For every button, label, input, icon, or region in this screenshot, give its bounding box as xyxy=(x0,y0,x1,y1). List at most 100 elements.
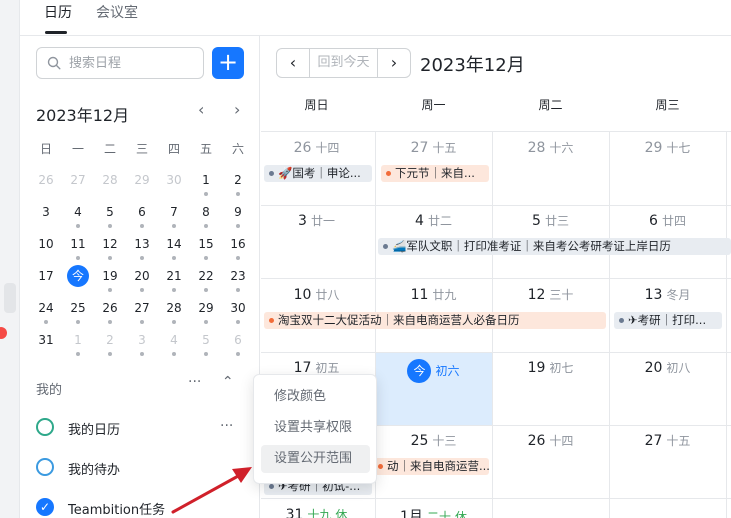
day-cell-number[interactable]: 26 十四 xyxy=(492,432,609,449)
weekday-header: 周日 xyxy=(304,98,329,112)
mini-calendar-grid: 26 27 28 29 30 1 2 3 4 5 6 7 8 9 10 11 12 13 14 15 16 17 今 19 20… xyxy=(30,164,254,356)
day-cell-number[interactable]: 19 初七 xyxy=(492,359,609,376)
mini-day[interactable]: 31 xyxy=(30,324,62,356)
mini-day[interactable]: 5 xyxy=(190,324,222,356)
mini-day[interactable]: 20 xyxy=(126,260,158,292)
mini-day[interactable]: 26 xyxy=(30,164,62,196)
mini-day[interactable]: 30 xyxy=(222,292,254,324)
mini-day[interactable]: 9 xyxy=(222,196,254,228)
menu-item-change-color[interactable]: 修改颜色 xyxy=(261,383,370,411)
mini-day[interactable]: 7 xyxy=(158,196,190,228)
mini-day[interactable]: 6 xyxy=(126,196,158,228)
tab-calendar[interactable]: 日历 xyxy=(44,2,72,22)
event-chip[interactable]: 下元节｜来自... xyxy=(381,165,489,182)
mini-day[interactable]: 16 xyxy=(222,228,254,260)
mini-day[interactable]: 28 xyxy=(94,164,126,196)
mini-day[interactable]: 19 xyxy=(94,260,126,292)
mini-day[interactable]: 1 xyxy=(62,324,94,356)
mini-day[interactable]: 27 xyxy=(62,164,94,196)
mini-day[interactable]: 11 xyxy=(62,228,94,260)
search-box[interactable] xyxy=(36,47,204,79)
mini-day[interactable]: 12 xyxy=(94,228,126,260)
calendar-item-more-icon[interactable]: ··· xyxy=(220,418,233,434)
event-dot xyxy=(108,352,112,356)
mini-day[interactable]: 4 xyxy=(158,324,190,356)
mini-day[interactable]: 27 xyxy=(126,292,158,324)
day-cell-number[interactable]: 4 廿二 xyxy=(375,212,492,229)
mini-day[interactable]: 29 xyxy=(126,164,158,196)
mini-day[interactable]: 8 xyxy=(190,196,222,228)
mini-day[interactable]: 22 xyxy=(190,260,222,292)
mini-day[interactable]: 21 xyxy=(158,260,190,292)
day-cell-number[interactable]: 11 廿九 xyxy=(375,286,492,303)
mini-day[interactable]: 26 xyxy=(94,292,126,324)
event-chip[interactable]: 淘宝双十二大促活动｜来自电商运营人必备日历 xyxy=(264,312,606,329)
my-section-actions: ··· ⌃ xyxy=(188,374,234,390)
mini-day[interactable]: 23 xyxy=(222,260,254,292)
collapse-icon[interactable]: ⌃ xyxy=(222,374,234,390)
day-cell-number[interactable]: 12 三十 xyxy=(492,286,609,303)
event-chip[interactable]: 🚄军队文职｜打印准考证｜来自考公考研考证上岸日历 xyxy=(378,238,731,255)
day-cell-number[interactable]: 3 廿一 xyxy=(258,212,375,229)
mini-day[interactable]: 1 xyxy=(190,164,222,196)
search-input[interactable] xyxy=(69,53,199,73)
mini-day[interactable]: 6 xyxy=(222,324,254,356)
event-chip[interactable]: 🚀国考｜申论... xyxy=(264,165,372,182)
event-chip[interactable]: 动｜来自电商运营... xyxy=(373,458,489,475)
grid-line xyxy=(261,278,731,279)
mini-day[interactable]: 25 xyxy=(62,292,94,324)
mini-day[interactable]: 4 xyxy=(62,196,94,228)
grid-line xyxy=(261,205,731,206)
calendar-color-circle[interactable] xyxy=(36,458,54,476)
mini-day[interactable]: 5 xyxy=(94,196,126,228)
menu-item-sharing-permissions[interactable]: 设置共享权限 xyxy=(261,414,370,442)
add-event-button[interactable]: + xyxy=(212,47,244,79)
day-cell-number[interactable]: 26 十四 xyxy=(258,139,375,156)
mini-weekday-label: 六 xyxy=(231,142,244,156)
mini-day[interactable]: 30 xyxy=(158,164,190,196)
prev-month-button[interactable]: ‹ xyxy=(277,49,309,77)
day-cell-number[interactable]: 28 十六 xyxy=(492,139,609,156)
mini-prev-month-button[interactable]: ‹ xyxy=(198,100,204,119)
tab-meeting-room[interactable]: 会议室 xyxy=(96,2,138,22)
mini-day[interactable]: 2 xyxy=(94,324,126,356)
grid-line xyxy=(261,498,731,499)
check-icon[interactable]: ✓ xyxy=(36,498,54,516)
mini-day[interactable]: 17 xyxy=(30,260,62,292)
mini-day[interactable]: 3 xyxy=(30,196,62,228)
day-cell-number[interactable]: 今初六 xyxy=(375,359,492,383)
day-cell-number[interactable]: 10 廿八 xyxy=(258,286,375,303)
left-rail xyxy=(0,0,20,518)
rail-active-item[interactable] xyxy=(4,283,16,313)
menu-item-public-scope[interactable]: 设置公开范围 xyxy=(261,445,370,473)
mini-day-today[interactable]: 今 xyxy=(62,260,94,292)
back-to-today-button[interactable]: 回到今天 xyxy=(309,49,378,77)
mini-day[interactable]: 15 xyxy=(190,228,222,260)
mini-day[interactable]: 29 xyxy=(190,292,222,324)
mini-day[interactable]: 2 xyxy=(222,164,254,196)
calendar-color-circle[interactable] xyxy=(36,418,54,436)
day-cell-number[interactable]: 29 十七 xyxy=(609,139,726,156)
mini-day[interactable]: 10 xyxy=(30,228,62,260)
mini-day[interactable]: 3 xyxy=(126,324,158,356)
mini-next-month-button[interactable]: › xyxy=(234,100,240,119)
event-chip[interactable]: ✈考研｜打印... xyxy=(614,312,722,329)
my-section-more-icon[interactable]: ··· xyxy=(188,374,201,390)
holiday-rest-badge: 休 xyxy=(335,508,348,518)
mini-day[interactable]: 28 xyxy=(158,292,190,324)
day-cell-number[interactable]: 31 十九休 xyxy=(258,506,375,518)
day-cell-number[interactable]: 6 廿四 xyxy=(609,212,726,229)
day-cell-number[interactable]: 1月 二十休 xyxy=(375,506,492,518)
mini-day[interactable]: 14 xyxy=(158,228,190,260)
mini-day[interactable]: 24 xyxy=(30,292,62,324)
mini-day[interactable]: 13 xyxy=(126,228,158,260)
day-cell-number[interactable]: 5 廿三 xyxy=(492,212,609,229)
day-cell-number[interactable]: 25 十三 xyxy=(375,432,492,449)
day-cell-number[interactable]: 27 十五 xyxy=(609,432,726,449)
next-month-button[interactable]: › xyxy=(378,49,410,77)
day-cell-number[interactable]: 27 十五 xyxy=(375,139,492,156)
event-dot xyxy=(76,352,80,356)
day-cell-number[interactable]: 13 冬月 xyxy=(609,286,726,303)
mini-weekday-label: 一 xyxy=(71,142,84,156)
day-cell-number[interactable]: 20 初八 xyxy=(609,359,726,376)
